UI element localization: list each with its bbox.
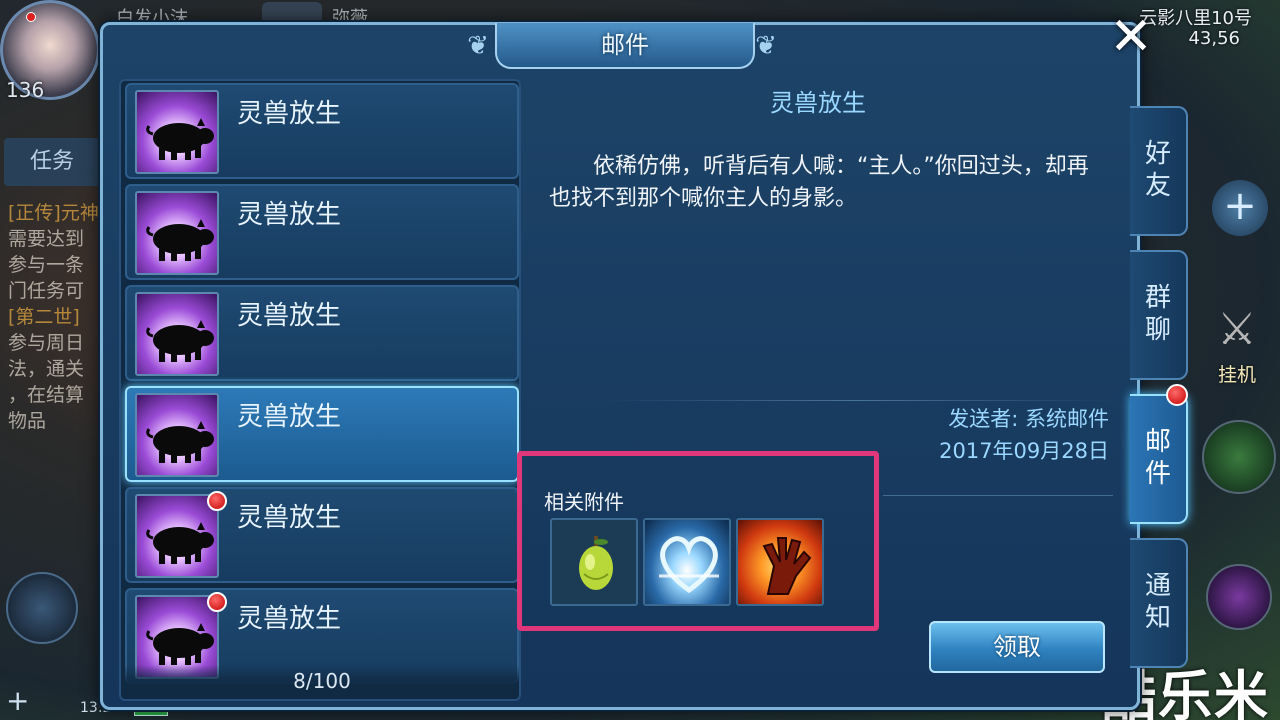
mail-item-title: 灵兽放生 [237,503,342,533]
spirit-pet-thumbnail [135,191,219,275]
mail-count: 8/100 [121,665,519,697]
spirit-pet-thumbnail [135,90,219,174]
task-line: ，在结算 [8,384,85,406]
attachments-label: 相关附件 [544,490,624,514]
side-tab[interactable]: 通知 [1130,538,1188,668]
side-tab[interactable]: 群聊 [1130,250,1188,380]
mail-sender: 发送者: 系统邮件 [948,407,1109,431]
attachment-slot[interactable] [550,518,638,606]
mail-item-title: 灵兽放生 [237,99,342,129]
attachments-panel: 相关附件 [517,451,879,631]
pig-silhouette-icon [146,522,214,564]
player-level: 136 [6,78,45,102]
attachment-slot[interactable] [643,518,731,606]
pig-silhouette-icon [146,623,214,665]
mail-window: ❦ 邮件 ❦ ✕ 灵兽放生 灵兽放生 灵兽放生 灵兽放生 灵兽放生 灵兽放生 8/100 … [100,11,1153,710]
expand-icon[interactable]: + [6,684,29,717]
task-line: 物品 [8,410,47,432]
mail-item-title: 灵兽放生 [237,301,342,331]
mail-item-title: 灵兽放生 [237,604,342,634]
task-line: 参与一条 [8,254,85,276]
task-line: 门任务可 [8,280,85,302]
crossed-swords-icon: ⚔ [1217,304,1257,355]
side-tab[interactable]: 邮件 [1130,384,1188,524]
unread-badge [207,592,227,612]
task-line: 法，通关 [8,358,85,380]
title-ornament-icon: ❦ [755,31,777,61]
flame-claw-icon [762,537,812,595]
window-title: 邮件 [495,23,755,69]
map-coordinates: 43,56 [1188,28,1240,49]
task-tracker: [正传]元神 需要达到 参与一条 门任务可 [第二世] 参与周日 法，通关 ，在… [8,200,104,434]
auto-battle-label: 挂机 [1217,364,1256,386]
avatar-badge [26,12,36,22]
spirit-pet-thumbnail [135,393,219,477]
task-line: [第二世] [8,306,80,328]
attachment-slot[interactable] [736,518,824,606]
mail-item[interactable]: 灵兽放生 [125,487,519,583]
task-line: [正传]元神 [8,202,99,224]
skill-button[interactable] [1202,420,1276,494]
pig-silhouette-icon [146,219,214,261]
side-tab-label: 邮件 [1144,427,1171,489]
notification-badge [1166,384,1188,406]
spirit-pet-thumbnail [135,292,219,376]
mail-item[interactable]: 灵兽放生 [125,386,519,482]
divider [883,495,1113,496]
skill-button[interactable] [1206,564,1272,630]
mail-date: 2017年09月28日 [939,439,1109,463]
mail-subject: 灵兽放生 [770,89,866,117]
mail-item[interactable]: 灵兽放生 [125,285,519,381]
divider [603,400,1113,401]
side-tab-label: 通知 [1144,571,1171,633]
spirit-pet-thumbnail [135,494,219,578]
side-tab-label: 群聊 [1144,283,1171,345]
add-icon[interactable]: + [1212,180,1268,236]
mail-item[interactable]: 灵兽放生 [125,184,519,280]
auto-battle-button[interactable]: ⚔ 挂机 [1202,300,1272,396]
mail-body: 依稀仿佛，听背后有人喊：“主人。”你回过头，却再也找不到那个喊你主人的身影。 [549,154,1089,211]
mail-item-title: 灵兽放生 [237,200,342,230]
close-button[interactable]: ✕ [1103,11,1159,67]
heart-light-icon [659,536,719,594]
task-line: 需要达到 [8,228,85,250]
claim-button[interactable]: 领取 [929,621,1105,673]
side-tab[interactable]: 好友 [1130,106,1188,236]
unread-badge [207,491,227,511]
mail-list[interactable]: 灵兽放生 灵兽放生 灵兽放生 灵兽放生 灵兽放生 灵兽放生 8/100 [119,79,521,701]
pig-silhouette-icon [146,421,214,463]
fruit-icon [579,536,613,590]
task-line: 参与周日 [8,332,85,354]
side-tab-label: 好友 [1144,139,1171,201]
pig-silhouette-icon [146,320,214,362]
task-tab[interactable]: 任务 [4,138,100,186]
mail-item[interactable]: 灵兽放生 [125,83,519,179]
mail-item-title: 灵兽放生 [237,402,342,432]
pet-button[interactable] [6,572,78,644]
pig-silhouette-icon [146,118,214,160]
